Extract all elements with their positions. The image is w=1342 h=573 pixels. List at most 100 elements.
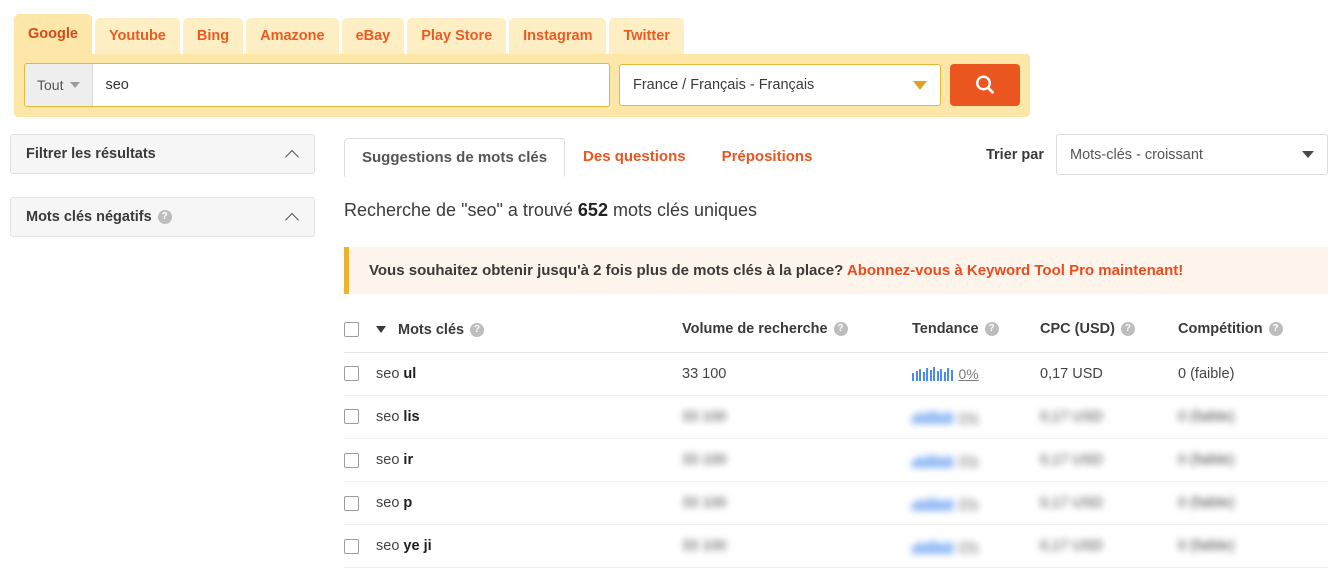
table-row[interactable]: seo ye ji 33 100 0% 0,17 USD 0 (faible) <box>344 524 1328 569</box>
trend-percent[interactable]: 0% <box>959 452 979 468</box>
column-header-cpc-usd[interactable]: CPC (USD)? <box>1040 321 1178 353</box>
table-row[interactable]: seo ir 33 100 0% 0,17 USD 0 (faible) <box>344 438 1328 483</box>
table-row[interactable]: seo ul 33 100 0% 0,17 USD 0 (faible) <box>344 352 1328 396</box>
cell-trend: 0% <box>912 524 1040 569</box>
cell-search-volume: 33 100 <box>682 524 912 569</box>
keywords-table-head: Mots clés? Volume de recherche? Tendance? C… <box>344 321 1328 353</box>
help-icon[interactable]: ? <box>1120 322 1135 337</box>
cell-cpc: 0,17 USD <box>1040 481 1178 526</box>
trend-sparkline <box>912 366 953 382</box>
cell-keyword[interactable]: seo ir <box>376 438 682 483</box>
keyword-term: ir <box>403 451 414 468</box>
help-icon[interactable]: ? <box>1268 322 1283 337</box>
engine-tab-bing[interactable]: Bing <box>182 18 244 54</box>
sort-descending-icon[interactable] <box>376 326 386 333</box>
keyword-prefix: seo <box>376 538 404 555</box>
keyword-term: ul <box>403 365 417 382</box>
trend-percent[interactable]: 0% <box>959 409 979 425</box>
result-tab-pr-positions[interactable]: Prépositions <box>704 137 831 176</box>
cell-search-volume: 33 100 <box>682 352 912 396</box>
sidebar-panel-filters[interactable]: Filtrer les résultats <box>10 134 315 174</box>
help-icon[interactable]: ? <box>470 322 485 337</box>
result-tab-suggestions-de-mots-cl-s[interactable]: Suggestions de mots clés <box>344 138 566 177</box>
select-all-cell <box>344 321 376 353</box>
upgrade-banner-link[interactable]: Abonnez-vous à Keyword Tool Pro maintena… <box>847 262 1183 279</box>
engine-tab-instagram[interactable]: Instagram <box>509 18 607 54</box>
table-row[interactable]: seo lis 33 100 0% 0,17 USD 0 (faible) <box>344 395 1328 439</box>
keywords-table: Mots clés? Volume de recherche? Tendance? C… <box>344 321 1328 569</box>
cell-trend: 0% <box>912 438 1040 483</box>
cell-competition: 0 (faible) <box>1178 524 1328 569</box>
engine-header: Google Youtube Bing Amazone eBay Play Store In… <box>14 14 1030 117</box>
sidebar-panel-label: Filtrer les résultats <box>26 146 156 162</box>
engine-tab-ebay[interactable]: eBay <box>341 18 405 54</box>
cell-competition: 0 (faible) <box>1178 438 1328 483</box>
column-header-mots-cl-s[interactable]: Mots clés? <box>376 321 682 353</box>
column-header-inner: Tendance? <box>912 321 999 337</box>
row-checkbox[interactable] <box>344 452 359 468</box>
cell-keyword[interactable]: seo ul <box>376 352 682 396</box>
sort-value: Mots-clés - croissant <box>1070 146 1203 163</box>
trend-percent[interactable]: 0% <box>959 495 979 511</box>
column-header-label: Tendance <box>912 321 979 338</box>
trend-percent[interactable]: 0% <box>959 538 979 554</box>
trend-percent[interactable]: 0% <box>959 366 979 382</box>
engine-tab-twitter[interactable]: Twitter <box>609 18 684 54</box>
cell-cpc: 0,17 USD <box>1040 524 1178 569</box>
sidebar-panel-negative-keywords[interactable]: Mots clés négatifs? <box>10 197 315 237</box>
keyword-prefix: seo <box>376 495 404 512</box>
engine-tab-amazone[interactable]: Amazone <box>246 18 339 54</box>
chevron-up-icon[interactable] <box>286 211 299 224</box>
upgrade-banner-text: Vous souhaitez obtenir jusqu'à 2 fois pl… <box>369 262 847 279</box>
chevron-down-icon <box>1302 151 1314 158</box>
column-header-volume-de-recherche[interactable]: Volume de recherche? <box>682 321 912 353</box>
result-tab-des-questions[interactable]: Des questions <box>565 137 704 176</box>
search-input[interactable] <box>93 64 609 106</box>
column-header-inner: Compétition? <box>1178 321 1283 337</box>
cell-cpc: 0,17 USD <box>1040 438 1178 483</box>
row-checkbox[interactable] <box>344 495 359 511</box>
result-summary: Recherche de "seo" a trouvé 652 mots clé… <box>344 200 1328 221</box>
cell-competition: 0 (faible) <box>1178 395 1328 439</box>
result-count: 652 <box>577 200 608 220</box>
row-select-cell <box>344 481 376 526</box>
cell-cpc: 0,17 USD <box>1040 395 1178 439</box>
cell-search-volume: 33 100 <box>682 438 912 483</box>
engine-tab-google[interactable]: Google <box>14 14 92 54</box>
row-checkbox[interactable] <box>344 409 359 425</box>
chevron-up-icon[interactable] <box>286 148 299 161</box>
country-language-value: France / Français - Français <box>633 77 815 93</box>
help-icon[interactable]: ? <box>833 322 848 337</box>
row-select-cell <box>344 395 376 439</box>
engine-tabstrip: Google Youtube Bing Amazone eBay Play Store In… <box>14 14 1030 54</box>
column-header-comp-tition[interactable]: Compétition? <box>1178 321 1328 353</box>
cell-competition: 0 (faible) <box>1178 481 1328 526</box>
keyword-term: ye ji <box>403 538 432 555</box>
results-toolbar: Suggestions de mots clés Des questions Pré… <box>344 134 1328 177</box>
row-checkbox[interactable] <box>344 538 359 554</box>
engine-tab-play-store[interactable]: Play Store <box>407 18 507 54</box>
sort-select[interactable]: Mots-clés - croissant <box>1056 134 1328 175</box>
help-icon[interactable]: ? <box>157 210 172 224</box>
help-icon[interactable]: ? <box>984 322 999 337</box>
scope-dropdown[interactable]: Tout <box>25 64 94 106</box>
chevron-down-icon <box>913 80 927 90</box>
column-header-tendance[interactable]: Tendance? <box>912 321 1040 353</box>
cell-trend: 0% <box>912 352 1040 396</box>
column-header-inner: Mots clés? <box>376 321 485 338</box>
row-checkbox[interactable] <box>344 366 359 382</box>
keyword-prefix: seo <box>376 451 404 468</box>
cell-cpc: 0,17 USD <box>1040 352 1178 396</box>
query-wrapper: Tout <box>24 63 610 107</box>
cell-keyword[interactable]: seo ye ji <box>376 524 682 569</box>
sidebar-panel-label: Mots clés négatifs <box>26 209 152 225</box>
search-button[interactable] <box>950 64 1020 106</box>
engine-tab-youtube[interactable]: Youtube <box>94 18 180 54</box>
cell-keyword[interactable]: seo p <box>376 481 682 526</box>
country-language-select[interactable]: France / Français - Français <box>619 64 941 106</box>
search-bar: Tout France / Français - Français <box>14 54 1030 117</box>
cell-keyword[interactable]: seo lis <box>376 395 682 439</box>
column-header-label: Mots clés <box>398 321 465 338</box>
table-row[interactable]: seo p 33 100 0% 0,17 USD 0 (faible) <box>344 481 1328 526</box>
select-all-checkbox[interactable] <box>344 321 359 337</box>
